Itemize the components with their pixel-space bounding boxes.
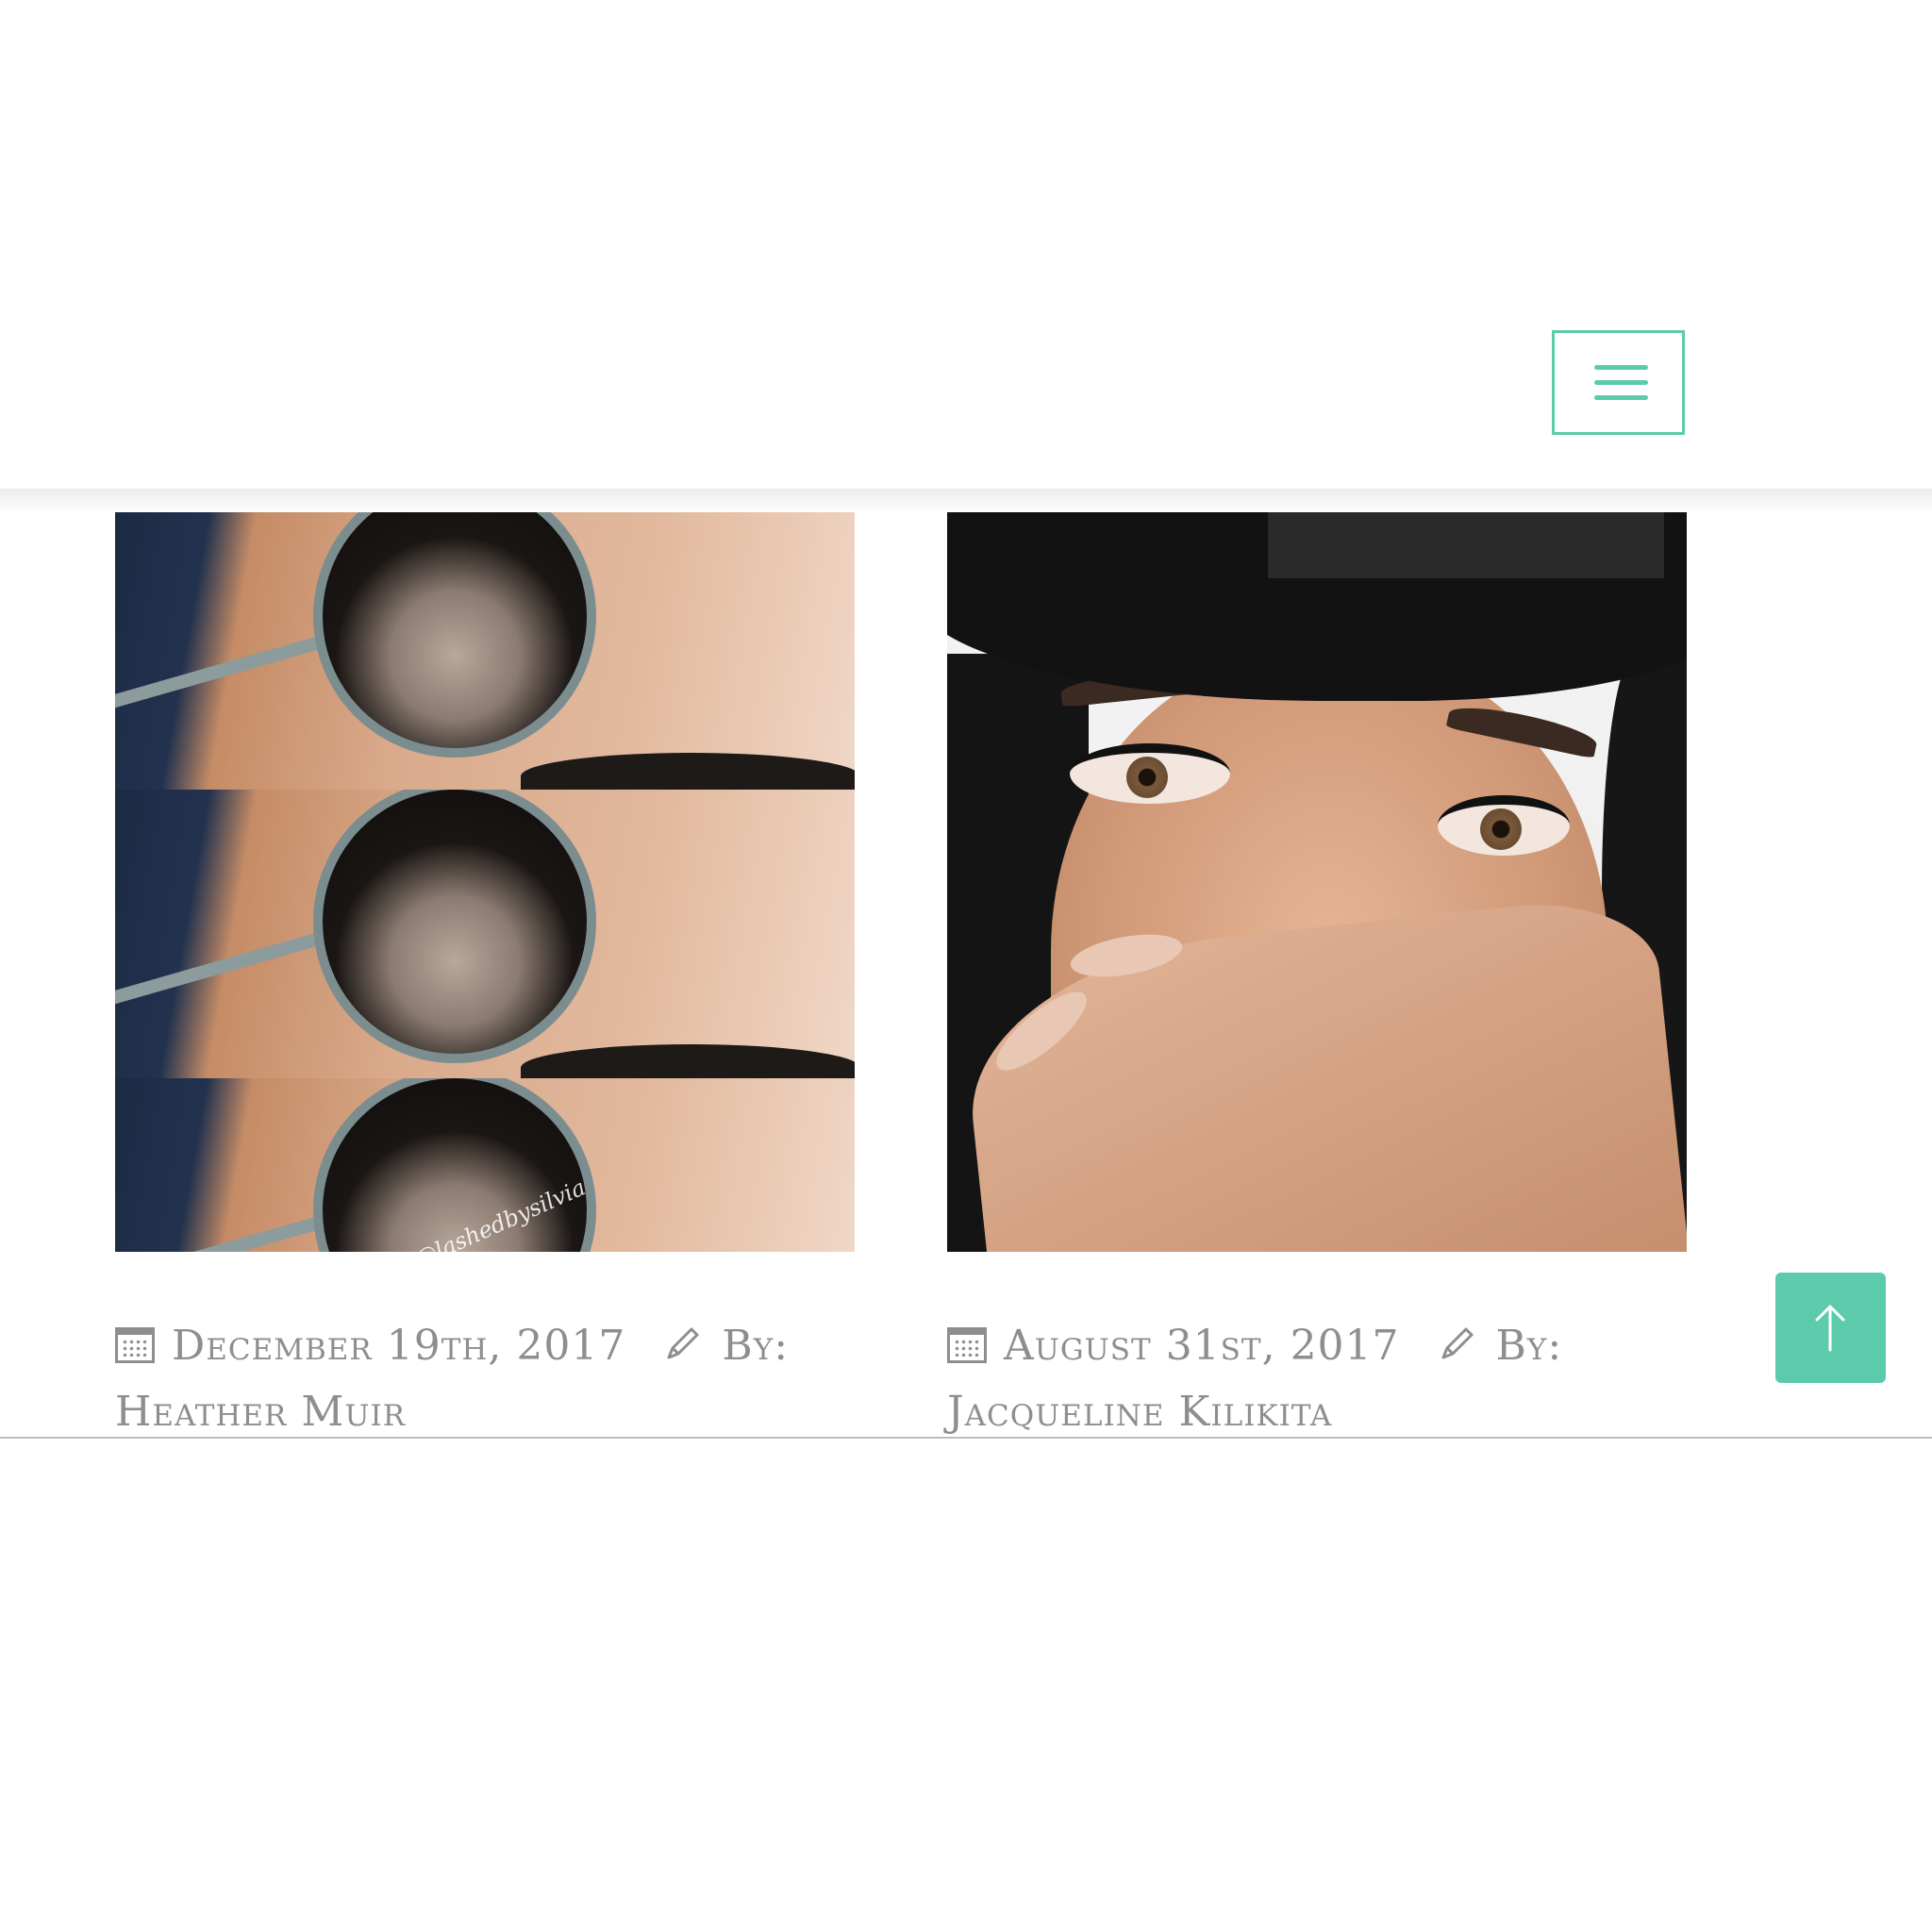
arrow-up-icon [1815, 1305, 1845, 1352]
lash-line [521, 1044, 855, 1078]
lash-line [521, 753, 855, 790]
header-shadow [0, 489, 1932, 513]
hamburger-menu-icon [1594, 365, 1648, 370]
by-label: By: [1495, 1322, 1563, 1370]
mirror-handle [115, 931, 325, 1007]
by-label: By: [722, 1322, 790, 1370]
post-meta-row: December 19th, 2017 By: [115, 1313, 832, 1379]
eye-left [1070, 743, 1230, 804]
eye-right [1438, 795, 1570, 856]
post-image-portrait[interactable] [947, 512, 1687, 1252]
beanie-patch [1268, 512, 1664, 578]
pencil-icon [1438, 1317, 1475, 1359]
pencil-icon [663, 1317, 701, 1359]
mirror [313, 512, 596, 758]
post-image-lashes-mirror[interactable]: @lashedbysilvia [115, 512, 855, 1252]
post-meta-row: August 31st, 2017 By: [947, 1313, 1664, 1379]
calendar-icon [947, 1327, 987, 1363]
calendar-icon [115, 1327, 155, 1363]
post-meta: August 31st, 2017 By: Jacqueline Kilikita [947, 1313, 1664, 1445]
mirror-handle [115, 1215, 325, 1252]
mirror [313, 1078, 596, 1252]
image-strip [115, 790, 855, 1078]
post-date: December 19th, 2017 [172, 1322, 626, 1370]
mirror [313, 790, 596, 1063]
post-author[interactable]: Jacqueline Kilikita [947, 1379, 1664, 1445]
post-author[interactable]: Heather Muir [115, 1379, 832, 1445]
iris [1126, 757, 1168, 798]
image-strip [115, 512, 855, 790]
portrait-background [947, 512, 1687, 1252]
hamburger-menu-icon-bar [1594, 380, 1648, 385]
site-header [0, 0, 1932, 489]
back-to-top-button[interactable] [1775, 1273, 1886, 1383]
menu-toggle-button[interactable] [1552, 330, 1685, 435]
post-meta: December 19th, 2017 By: Heather Muir [115, 1313, 832, 1445]
section-divider [0, 1437, 1932, 1439]
iris [1480, 808, 1522, 850]
hamburger-menu-icon-bar [1594, 395, 1648, 400]
post-date: August 31st, 2017 [1004, 1322, 1400, 1370]
mirror-handle [115, 635, 325, 710]
